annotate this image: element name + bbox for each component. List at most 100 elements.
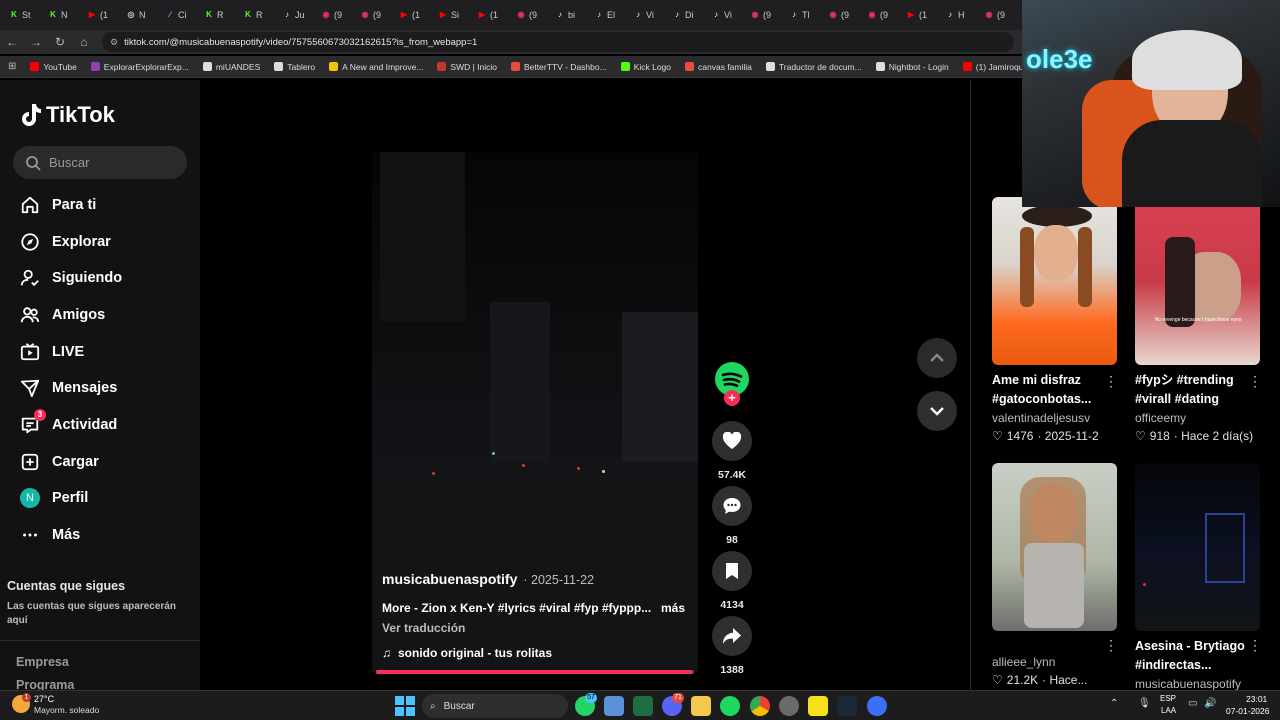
comment-button[interactable] bbox=[712, 486, 752, 526]
site-info-icon[interactable]: ⚙ bbox=[110, 37, 118, 48]
related-user[interactable]: allieee_lynn bbox=[992, 655, 1118, 669]
browser-tab[interactable]: ◉ (9 bbox=[823, 3, 862, 27]
video-thumbnail[interactable]: No revenge because I have these eyes bbox=[1135, 197, 1260, 365]
notepad-icon[interactable] bbox=[604, 696, 624, 716]
sidebar-item-2[interactable]: Siguiendo bbox=[20, 264, 122, 292]
bookmark-item[interactable]: Tablero bbox=[274, 62, 315, 72]
bookmark-item[interactable]: Nightbot - Login bbox=[875, 62, 949, 72]
video-thumbnail[interactable] bbox=[992, 463, 1117, 631]
browser-tab[interactable]: ▶ (1 bbox=[82, 3, 121, 27]
file-explorer-icon[interactable] bbox=[691, 696, 711, 716]
browser-tab[interactable]: ◎ N bbox=[121, 3, 160, 27]
language-code[interactable]: ESP bbox=[1160, 694, 1176, 703]
microphone-icon[interactable]: 🎙 bbox=[1138, 698, 1151, 709]
video-player[interactable] bbox=[372, 152, 698, 672]
sidebar-item-5[interactable]: Mensajes bbox=[20, 374, 117, 402]
video-thumbnail[interactable] bbox=[992, 197, 1117, 365]
share-action[interactable]: 1388 bbox=[712, 616, 752, 676]
related-video-card[interactable]: Ame mi disfraz #gatoconbotas... valentin… bbox=[992, 197, 1118, 443]
more-options-icon[interactable]: ⋮ bbox=[1248, 373, 1262, 390]
browser-tab[interactable]: ◉ (9 bbox=[745, 3, 784, 27]
bookmark-item[interactable]: BetterTTV - Dashbo... bbox=[511, 62, 607, 72]
save-button[interactable] bbox=[712, 551, 752, 591]
bookmark-item[interactable]: A New and Improve... bbox=[329, 62, 423, 72]
video-thumbnail[interactable] bbox=[1135, 463, 1260, 631]
reload-icon[interactable]: ↻ bbox=[48, 30, 72, 54]
sidebar-item-7[interactable]: Cargar bbox=[20, 448, 99, 476]
bookmark-item[interactable]: miUANDES bbox=[202, 62, 260, 72]
browser-tab[interactable]: ◉ (9 bbox=[511, 3, 550, 27]
previous-video-button[interactable] bbox=[917, 338, 957, 378]
browser-tab[interactable]: ◉ (9 bbox=[979, 3, 1018, 27]
search-input[interactable]: Buscar bbox=[13, 146, 187, 179]
home-browser-icon[interactable]: ⌂ bbox=[72, 30, 96, 54]
save-action[interactable]: 4134 bbox=[712, 551, 752, 611]
steam-icon[interactable] bbox=[837, 696, 857, 716]
sticky-notes-icon[interactable] bbox=[808, 696, 828, 716]
tiktok-logo[interactable]: TikTok bbox=[20, 102, 115, 128]
volume-icon[interactable]: 🔊 bbox=[1204, 698, 1216, 709]
related-user[interactable]: officeemy bbox=[1135, 411, 1261, 425]
browser-tab[interactable]: ▶ (1 bbox=[472, 3, 511, 27]
browser-tab[interactable]: ♪ Vi bbox=[706, 3, 745, 27]
bookmark-item[interactable]: Kick Logo bbox=[620, 62, 671, 72]
tray-chevron-icon[interactable]: ⌃ bbox=[1110, 698, 1118, 709]
obs-icon[interactable] bbox=[779, 696, 799, 716]
footer-link-empresa[interactable]: Empresa bbox=[16, 655, 69, 669]
spotify-taskbar-icon[interactable] bbox=[720, 696, 740, 716]
sidebar-item-1[interactable]: Explorar bbox=[20, 228, 111, 256]
related-video-card[interactable]: No revenge because I have these eyes #fy… bbox=[1135, 197, 1261, 443]
browser-tab[interactable]: ♪ Di bbox=[667, 3, 706, 27]
browser-tab[interactable]: ▶ (1 bbox=[901, 3, 940, 27]
browser-tab[interactable]: ▶ Si bbox=[433, 3, 472, 27]
chrome-icon[interactable] bbox=[750, 696, 770, 716]
video-author[interactable]: musicabuenaspotify bbox=[382, 571, 517, 587]
next-video-button[interactable] bbox=[917, 391, 957, 431]
related-user[interactable]: musicabuenaspotify bbox=[1135, 677, 1261, 691]
browser-tab[interactable]: ◉ (9 bbox=[316, 3, 355, 27]
sidebar-item-4[interactable]: LIVE bbox=[20, 338, 84, 366]
excel-icon[interactable] bbox=[633, 696, 653, 716]
sidebar-item-6[interactable]: 3 Actividad bbox=[20, 409, 117, 439]
like-action[interactable]: 57.4K bbox=[712, 421, 752, 481]
browser-tab[interactable]: ◉ (9 bbox=[862, 3, 901, 27]
more-options-icon[interactable]: ⋮ bbox=[1104, 373, 1118, 390]
browser-tab[interactable]: KR bbox=[238, 3, 277, 27]
network-icon[interactable]: ▭ bbox=[1188, 698, 1197, 709]
related-video-card[interactable]: allieee_lynn ♡ 21.2K · Hace... bbox=[992, 463, 1118, 687]
sound-link[interactable]: ♫ sonido original - tus rolitas bbox=[382, 646, 552, 660]
related-user[interactable]: valentinadeljesusv bbox=[992, 411, 1118, 425]
forward-icon[interactable]: → bbox=[24, 30, 48, 54]
app-icon[interactable] bbox=[867, 696, 887, 716]
related-video-card[interactable]: Asesina - Brytiago #indirectas... musica… bbox=[1135, 463, 1261, 691]
more-options-icon[interactable]: ⋮ bbox=[1104, 637, 1118, 654]
bookmark-item[interactable]: Traductor de docum... bbox=[765, 62, 862, 72]
browser-tab[interactable]: ♪ H bbox=[940, 3, 979, 27]
sidebar-item-8[interactable]: N Perfil bbox=[20, 484, 88, 512]
bookmark-item[interactable]: canvas familia bbox=[685, 62, 752, 72]
clock-time[interactable]: 23:01 bbox=[1246, 694, 1267, 704]
browser-tab[interactable]: ♪ Vi bbox=[628, 3, 667, 27]
bookmark-item[interactable]: YouTube bbox=[30, 62, 77, 72]
browser-tab[interactable]: ◉ (9 bbox=[355, 3, 394, 27]
browser-tab[interactable]: ♪ bi bbox=[550, 3, 589, 27]
browser-tab[interactable]: K St bbox=[4, 3, 43, 27]
taskbar-search[interactable]: ⌕ Buscar bbox=[422, 694, 568, 718]
browser-tab[interactable]: KN bbox=[43, 3, 82, 27]
back-icon[interactable]: ← bbox=[0, 30, 24, 54]
bookmark-item[interactable]: SWD | Inicio bbox=[437, 62, 497, 72]
caption-more-link[interactable]: más bbox=[661, 601, 685, 615]
translate-link[interactable]: Ver traducción bbox=[382, 621, 465, 635]
sidebar-item-0[interactable]: Para ti bbox=[20, 191, 96, 219]
bookmark-item[interactable]: (1) Jamiroquai - Can... bbox=[962, 62, 1022, 72]
share-button[interactable] bbox=[712, 616, 752, 656]
browser-tab[interactable]: ♪ El bbox=[589, 3, 628, 27]
more-options-icon[interactable]: ⋮ bbox=[1248, 637, 1262, 654]
url-field[interactable]: ⚙ tiktok.com/@musicabuenaspotify/video/7… bbox=[102, 32, 1014, 52]
bookmark-item[interactable]: ExplorarExplorarExp... bbox=[90, 62, 189, 72]
browser-tab[interactable]: ∕ Ci bbox=[160, 3, 199, 27]
follow-plus-button[interactable]: + bbox=[724, 390, 740, 406]
browser-tab[interactable]: KR bbox=[199, 3, 238, 27]
like-button[interactable] bbox=[712, 421, 752, 461]
sidebar-item-3[interactable]: Amigos bbox=[20, 301, 105, 329]
